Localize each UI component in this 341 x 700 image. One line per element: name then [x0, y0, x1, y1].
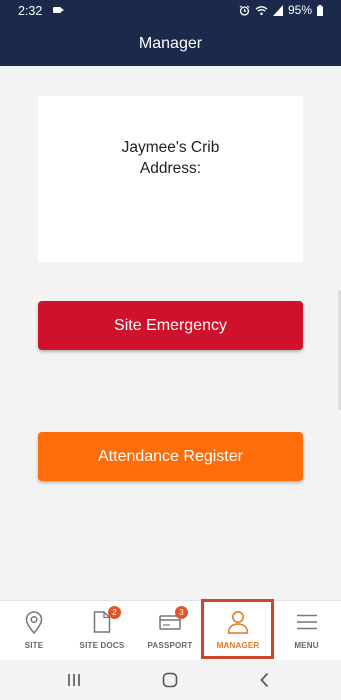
nav-label-passport: PASSPORT	[147, 641, 193, 650]
site-docs-badge: 2	[108, 606, 121, 619]
battery-icon	[317, 4, 323, 16]
signal-icon	[272, 4, 283, 16]
back-icon[interactable]	[253, 668, 277, 692]
attendance-register-button[interactable]: Attendance Register	[38, 432, 303, 481]
nav-item-site[interactable]: SITE	[0, 601, 68, 660]
recent-apps-icon[interactable]	[62, 668, 86, 692]
site-info-card: Jaymee's Crib Address:	[38, 96, 303, 262]
nav-label-menu: MENU	[294, 641, 319, 650]
nav-item-site-docs[interactable]: 2 SITE DOCS	[68, 601, 136, 660]
status-bar: 2:32 95%	[0, 0, 341, 22]
video-record-icon	[53, 7, 64, 13]
site-emergency-button[interactable]: Site Emergency	[38, 301, 303, 350]
site-name: Jaymee's Crib	[121, 139, 220, 156]
nav-label-site-docs: SITE DOCS	[79, 641, 125, 650]
hamburger-icon	[297, 614, 317, 630]
status-time: 2:32	[18, 4, 43, 18]
app-header: Manager	[0, 22, 341, 66]
home-icon[interactable]	[158, 668, 182, 692]
alarm-icon	[239, 4, 250, 16]
nav-item-passport[interactable]: 3 PASSPORT	[136, 601, 204, 660]
manager-tab-highlight	[201, 599, 274, 659]
passport-badge: 3	[175, 606, 188, 619]
status-right-group: 95%	[239, 3, 323, 17]
nav-label-site: SITE	[24, 641, 44, 650]
bottom-nav: SITE 2 SITE DOCS 3 PASSPORT MANAGER MENU	[0, 600, 341, 660]
site-address-label: Address:	[139, 160, 202, 177]
location-pin-icon	[25, 611, 43, 635]
page-title: Manager	[138, 35, 203, 52]
nav-item-menu[interactable]: MENU	[272, 601, 341, 660]
system-nav-bar	[0, 660, 341, 700]
battery-percent: 95%	[287, 3, 312, 17]
wifi-icon	[255, 5, 268, 15]
